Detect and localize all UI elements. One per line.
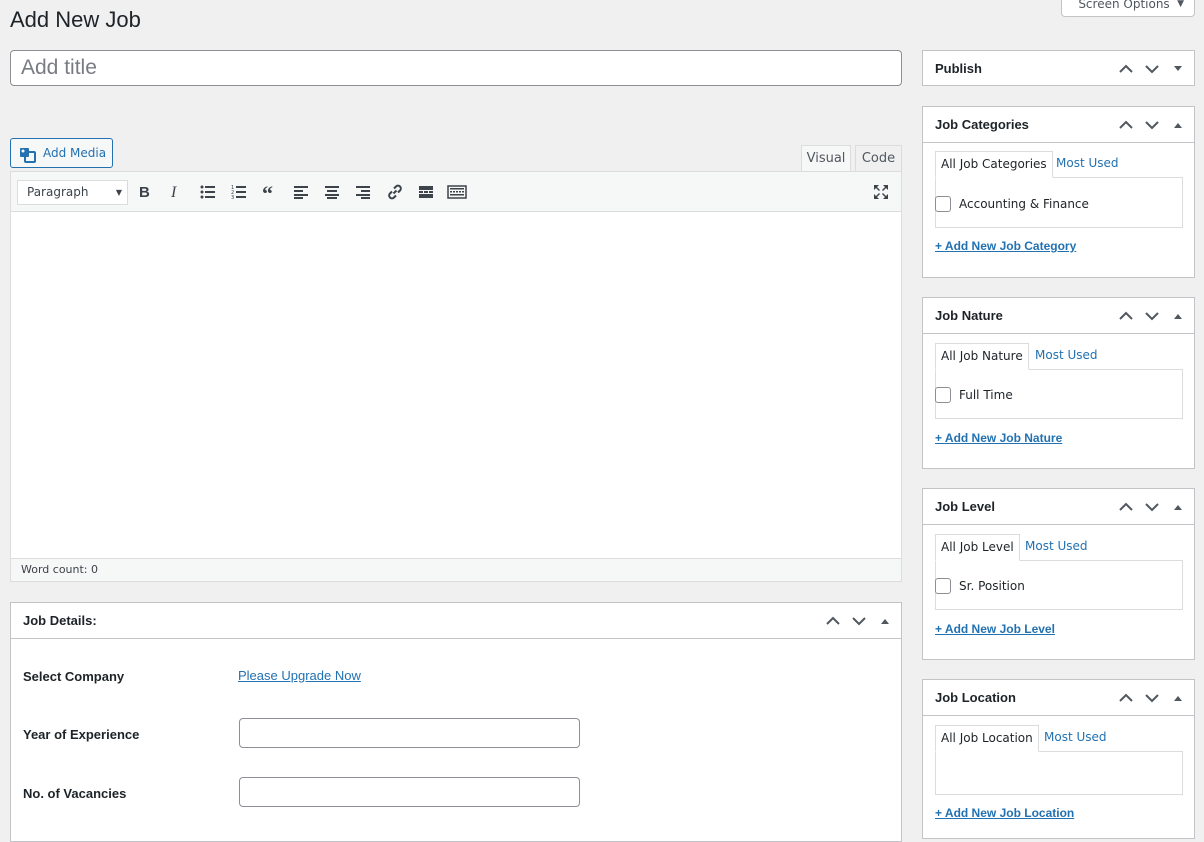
job-level-header: Job Level: [923, 489, 1194, 525]
job-nature-box: Job Nature All Job Nature Most Used Full…: [922, 297, 1195, 469]
move-up-icon[interactable]: [1116, 693, 1136, 703]
move-down-icon[interactable]: [1142, 120, 1162, 130]
svg-text:“: “: [262, 185, 273, 199]
tab-code[interactable]: Code: [855, 145, 902, 172]
location-list: [935, 751, 1183, 795]
collapse-toggle-icon[interactable]: [1168, 121, 1188, 129]
collapse-toggle-icon[interactable]: [1168, 503, 1188, 511]
level-item[interactable]: Sr. Position: [935, 578, 1025, 594]
add-media-button[interactable]: Add Media: [10, 138, 113, 168]
vacancies-label: No. of Vacancies: [23, 786, 127, 801]
publish-header: Publish: [923, 51, 1194, 87]
svg-text:I: I: [170, 185, 177, 199]
move-up-icon[interactable]: [1116, 120, 1136, 130]
align-left-icon[interactable]: [289, 181, 313, 203]
collapse-toggle-icon[interactable]: [1168, 694, 1188, 702]
select-company-label: Select Company: [23, 669, 125, 684]
publish-title: Publish: [935, 61, 982, 76]
move-down-icon[interactable]: [1142, 64, 1162, 74]
tab-visual[interactable]: Visual: [801, 145, 851, 172]
screen-options-button[interactable]: Screen Options ▼: [1061, 0, 1195, 17]
move-down-icon[interactable]: [1142, 311, 1162, 321]
category-item-label: Accounting & Finance: [959, 197, 1089, 211]
add-location-link[interactable]: + Add New Job Location: [935, 806, 1074, 820]
read-more-icon[interactable]: [414, 181, 438, 203]
tab-most-used[interactable]: Most Used: [1051, 151, 1124, 178]
tab-most-used[interactable]: Most Used: [1030, 343, 1103, 370]
upgrade-link[interactable]: Please Upgrade Now: [238, 668, 361, 683]
add-nature-link[interactable]: + Add New Job Nature: [935, 431, 1062, 445]
caret-down-icon: ▼: [1177, 0, 1184, 9]
move-up-icon[interactable]: [1116, 502, 1136, 512]
move-up-icon[interactable]: [1116, 311, 1136, 321]
job-location-box: Job Location All Job Location Most Used …: [922, 679, 1195, 839]
move-up-icon[interactable]: [823, 616, 843, 626]
page-title: Add New Job: [10, 7, 141, 32]
toolbar-toggle-icon[interactable]: [445, 181, 469, 203]
job-level-box: Job Level All Job Level Most Used Sr. Po…: [922, 488, 1195, 660]
job-categories-title: Job Categories: [935, 117, 1029, 132]
experience-input[interactable]: [239, 718, 580, 748]
blockquote-icon[interactable]: “: [258, 181, 282, 203]
add-level-link[interactable]: + Add New Job Level: [935, 622, 1055, 636]
collapse-toggle-icon[interactable]: [1168, 312, 1188, 320]
job-details-header: Job Details:: [11, 603, 901, 639]
tab-all-nature[interactable]: All Job Nature: [935, 343, 1029, 370]
add-media-label: Add Media: [43, 146, 107, 160]
word-count: Word count: 0: [11, 558, 901, 581]
checkbox[interactable]: [935, 578, 951, 594]
collapse-toggle-icon[interactable]: [875, 617, 895, 625]
job-nature-header: Job Nature: [923, 298, 1194, 334]
screen-options-label: Screen Options: [1078, 0, 1170, 11]
publish-box: Publish: [922, 50, 1195, 86]
nature-item[interactable]: Full Time: [935, 387, 1013, 403]
category-item[interactable]: Accounting & Finance: [935, 196, 1089, 212]
link-icon[interactable]: [383, 181, 407, 203]
svg-text:B: B: [139, 185, 150, 199]
svg-text:3: 3: [231, 195, 234, 199]
add-category-link[interactable]: + Add New Job Category: [935, 239, 1076, 253]
title-placeholder: Add title: [21, 56, 97, 79]
tab-all-level[interactable]: All Job Level: [935, 534, 1020, 561]
level-item-label: Sr. Position: [959, 579, 1025, 593]
bold-icon[interactable]: B: [133, 181, 157, 203]
tab-most-used[interactable]: Most Used: [1020, 534, 1093, 561]
editor-content-area[interactable]: [11, 213, 901, 559]
job-categories-box: Job Categories All Job Categories Most U…: [922, 106, 1195, 278]
job-details-title: Job Details:: [23, 613, 97, 628]
job-level-title: Job Level: [935, 499, 995, 514]
job-nature-title: Job Nature: [935, 308, 1003, 323]
fullscreen-icon[interactable]: [869, 181, 893, 203]
align-center-icon[interactable]: [320, 181, 344, 203]
italic-icon[interactable]: I: [164, 181, 188, 203]
job-location-title: Job Location: [935, 690, 1016, 705]
checkbox[interactable]: [935, 196, 951, 212]
job-details-box: Job Details: Select Company Please Upgra…: [10, 602, 902, 842]
format-select[interactable]: Paragraph ▼: [17, 180, 128, 205]
expand-toggle-icon[interactable]: [1168, 65, 1188, 73]
editor-box: Paragraph ▼ B I 123 “ Word count: 0: [10, 171, 902, 582]
move-down-icon[interactable]: [1142, 502, 1162, 512]
align-right-icon[interactable]: [351, 181, 375, 203]
experience-label: Year of Experience: [23, 727, 140, 742]
move-down-icon[interactable]: [1142, 693, 1162, 703]
numbered-list-icon[interactable]: 123: [227, 181, 251, 203]
title-input[interactable]: Add title: [10, 50, 902, 86]
format-select-value: Paragraph: [27, 185, 89, 199]
move-down-icon[interactable]: [849, 616, 869, 626]
job-categories-header: Job Categories: [923, 107, 1194, 143]
editor-toolbar: Paragraph ▼ B I 123 “: [11, 172, 901, 212]
job-location-header: Job Location: [923, 680, 1194, 716]
vacancies-input[interactable]: [239, 777, 580, 807]
bullet-list-icon[interactable]: [196, 181, 220, 203]
tab-all-categories[interactable]: All Job Categories: [935, 151, 1053, 178]
media-icon: [19, 145, 37, 163]
chevron-down-icon: ▼: [115, 188, 122, 197]
move-up-icon[interactable]: [1116, 64, 1136, 74]
nature-item-label: Full Time: [959, 388, 1013, 402]
tab-all-location[interactable]: All Job Location: [935, 725, 1039, 752]
checkbox[interactable]: [935, 387, 951, 403]
tab-most-used[interactable]: Most Used: [1039, 725, 1112, 752]
